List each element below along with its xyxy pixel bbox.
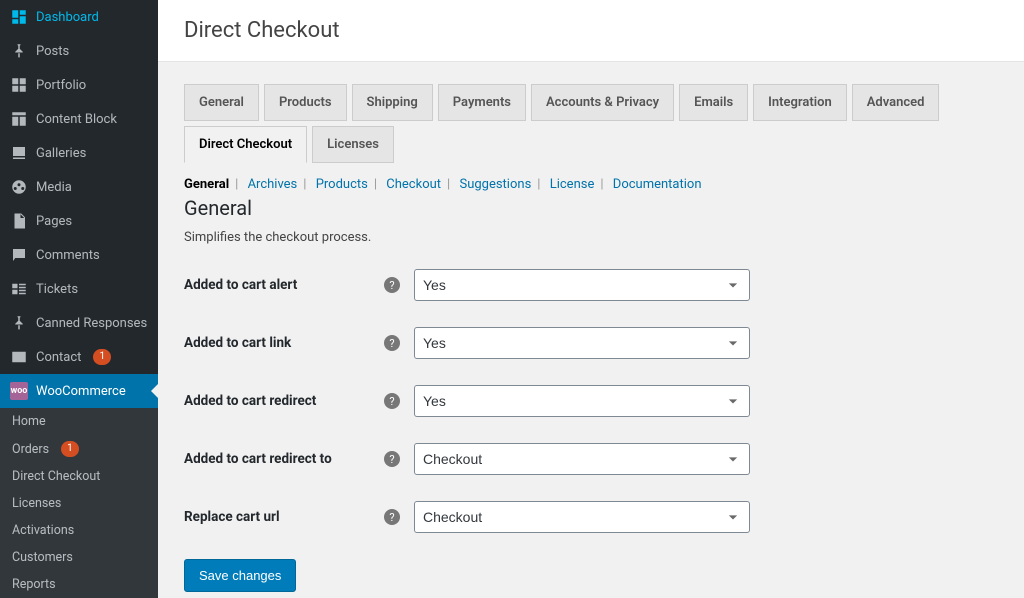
contact-badge: 1: [93, 349, 111, 365]
media-icon: [10, 178, 28, 196]
sidebar-item-canned[interactable]: Canned Responses: [0, 306, 158, 340]
field-added-to-cart-alert: Added to cart alert ? Yes: [184, 269, 998, 301]
dashboard-icon: [10, 8, 28, 26]
gallery-icon: [10, 144, 28, 162]
sidebar-item-label: WooCommerce: [36, 384, 126, 399]
tab-emails[interactable]: Emails: [679, 84, 748, 121]
sidebar-item-contact[interactable]: Contact 1: [0, 340, 158, 374]
tab-integration[interactable]: Integration: [753, 84, 847, 121]
tab-advanced[interactable]: Advanced: [852, 84, 940, 121]
help-icon[interactable]: ?: [384, 393, 400, 409]
field-added-to-cart-redirect: Added to cart redirect ? Yes: [184, 385, 998, 417]
admin-sidebar: Dashboard Posts Portfolio Content Block …: [0, 0, 158, 598]
main-area: Direct Checkout General Products Shippin…: [158, 0, 1024, 598]
sidebar-item-label: Dashboard: [36, 10, 99, 25]
sidebar-item-label: Tickets: [36, 282, 78, 297]
select-added-to-cart-link[interactable]: Yes: [414, 327, 750, 359]
field-replace-cart-url: Replace cart url ? Checkout: [184, 501, 998, 533]
sidebar-item-label: Galleries: [36, 146, 86, 161]
submenu-home[interactable]: Home: [0, 408, 158, 435]
subtab-general[interactable]: General: [184, 177, 229, 192]
submenu-direct-checkout[interactable]: Direct Checkout: [0, 463, 158, 490]
sidebar-item-posts[interactable]: Posts: [0, 34, 158, 68]
submenu-customers[interactable]: Customers: [0, 544, 158, 571]
tab-licenses[interactable]: Licenses: [312, 126, 394, 163]
section-heading: General: [184, 196, 998, 220]
submenu-reports[interactable]: Reports: [0, 571, 158, 598]
subtab-documentation[interactable]: Documentation: [613, 177, 702, 192]
sidebar-item-label: Media: [36, 180, 72, 195]
tab-payments[interactable]: Payments: [438, 84, 526, 121]
save-button[interactable]: Save changes: [184, 559, 296, 592]
sidebar-item-portfolio[interactable]: Portfolio: [0, 68, 158, 102]
sidebar-item-label: Posts: [36, 44, 69, 59]
select-added-to-cart-redirect[interactable]: Yes: [414, 385, 750, 417]
comment-icon: [10, 246, 28, 264]
tab-accounts-privacy[interactable]: Accounts & Privacy: [531, 84, 674, 121]
page-title: Direct Checkout: [184, 18, 340, 43]
submenu-orders[interactable]: Orders1: [0, 435, 158, 463]
tab-shipping[interactable]: Shipping: [352, 84, 433, 121]
field-label: Added to cart link: [184, 335, 384, 351]
help-icon[interactable]: ?: [384, 277, 400, 293]
field-label: Replace cart url: [184, 509, 384, 525]
select-added-to-cart-alert[interactable]: Yes: [414, 269, 750, 301]
mail-icon: [10, 348, 28, 366]
sidebar-item-label: Contact: [36, 350, 81, 365]
section-description: Simplifies the checkout process.: [184, 230, 998, 245]
subtab-checkout[interactable]: Checkout: [386, 177, 441, 192]
content-area: General Products Shipping Payments Accou…: [158, 62, 1024, 598]
sidebar-item-woocommerce[interactable]: woo WooCommerce: [0, 374, 158, 408]
subtab-license[interactable]: License: [550, 177, 595, 192]
tab-general[interactable]: General: [184, 84, 259, 121]
sidebar-item-pages[interactable]: Pages: [0, 204, 158, 238]
submenu-licenses[interactable]: Licenses: [0, 490, 158, 517]
select-replace-cart-url[interactable]: Checkout: [414, 501, 750, 533]
help-icon[interactable]: ?: [384, 451, 400, 467]
subtab-archives[interactable]: Archives: [248, 177, 298, 192]
field-label: Added to cart redirect to: [184, 451, 384, 467]
sidebar-item-label: Content Block: [36, 112, 117, 127]
field-added-to-cart-link: Added to cart link ? Yes: [184, 327, 998, 359]
settings-tabs: General Products Shipping Payments Accou…: [184, 84, 998, 163]
tickets-icon: [10, 280, 28, 298]
sidebar-item-label: Comments: [36, 248, 100, 263]
field-added-to-cart-redirect-to: Added to cart redirect to ? Checkout: [184, 443, 998, 475]
subtab-suggestions[interactable]: Suggestions: [459, 177, 531, 192]
sidebar-item-galleries[interactable]: Galleries: [0, 136, 158, 170]
help-icon[interactable]: ?: [384, 509, 400, 525]
sidebar-item-comments[interactable]: Comments: [0, 238, 158, 272]
sidebar-item-tickets[interactable]: Tickets: [0, 272, 158, 306]
orders-badge: 1: [61, 441, 79, 457]
sidebar-submenu: Home Orders1 Direct Checkout Licenses Ac…: [0, 408, 158, 598]
pin-icon: [10, 314, 28, 332]
submenu-activations[interactable]: Activations: [0, 517, 158, 544]
subtab-products[interactable]: Products: [316, 177, 368, 192]
field-label: Added to cart alert: [184, 277, 384, 293]
grid-icon: [10, 76, 28, 94]
sidebar-item-label: Canned Responses: [36, 316, 147, 331]
sidebar-item-label: Pages: [36, 214, 72, 229]
pages-icon: [10, 212, 28, 230]
help-icon[interactable]: ?: [384, 335, 400, 351]
tab-direct-checkout[interactable]: Direct Checkout: [184, 126, 307, 163]
blocks-icon: [10, 110, 28, 128]
sidebar-item-dashboard[interactable]: Dashboard: [0, 0, 158, 34]
sidebar-item-media[interactable]: Media: [0, 170, 158, 204]
sidebar-item-content-block[interactable]: Content Block: [0, 102, 158, 136]
section-subtabs: General| Archives| Products| Checkout| S…: [184, 177, 998, 192]
pin-icon: [10, 42, 28, 60]
tab-products[interactable]: Products: [264, 84, 347, 121]
woo-icon: woo: [10, 382, 28, 400]
field-label: Added to cart redirect: [184, 393, 384, 409]
select-added-to-cart-redirect-to[interactable]: Checkout: [414, 443, 750, 475]
page-header: Direct Checkout: [158, 0, 1024, 62]
sidebar-item-label: Portfolio: [36, 78, 86, 93]
